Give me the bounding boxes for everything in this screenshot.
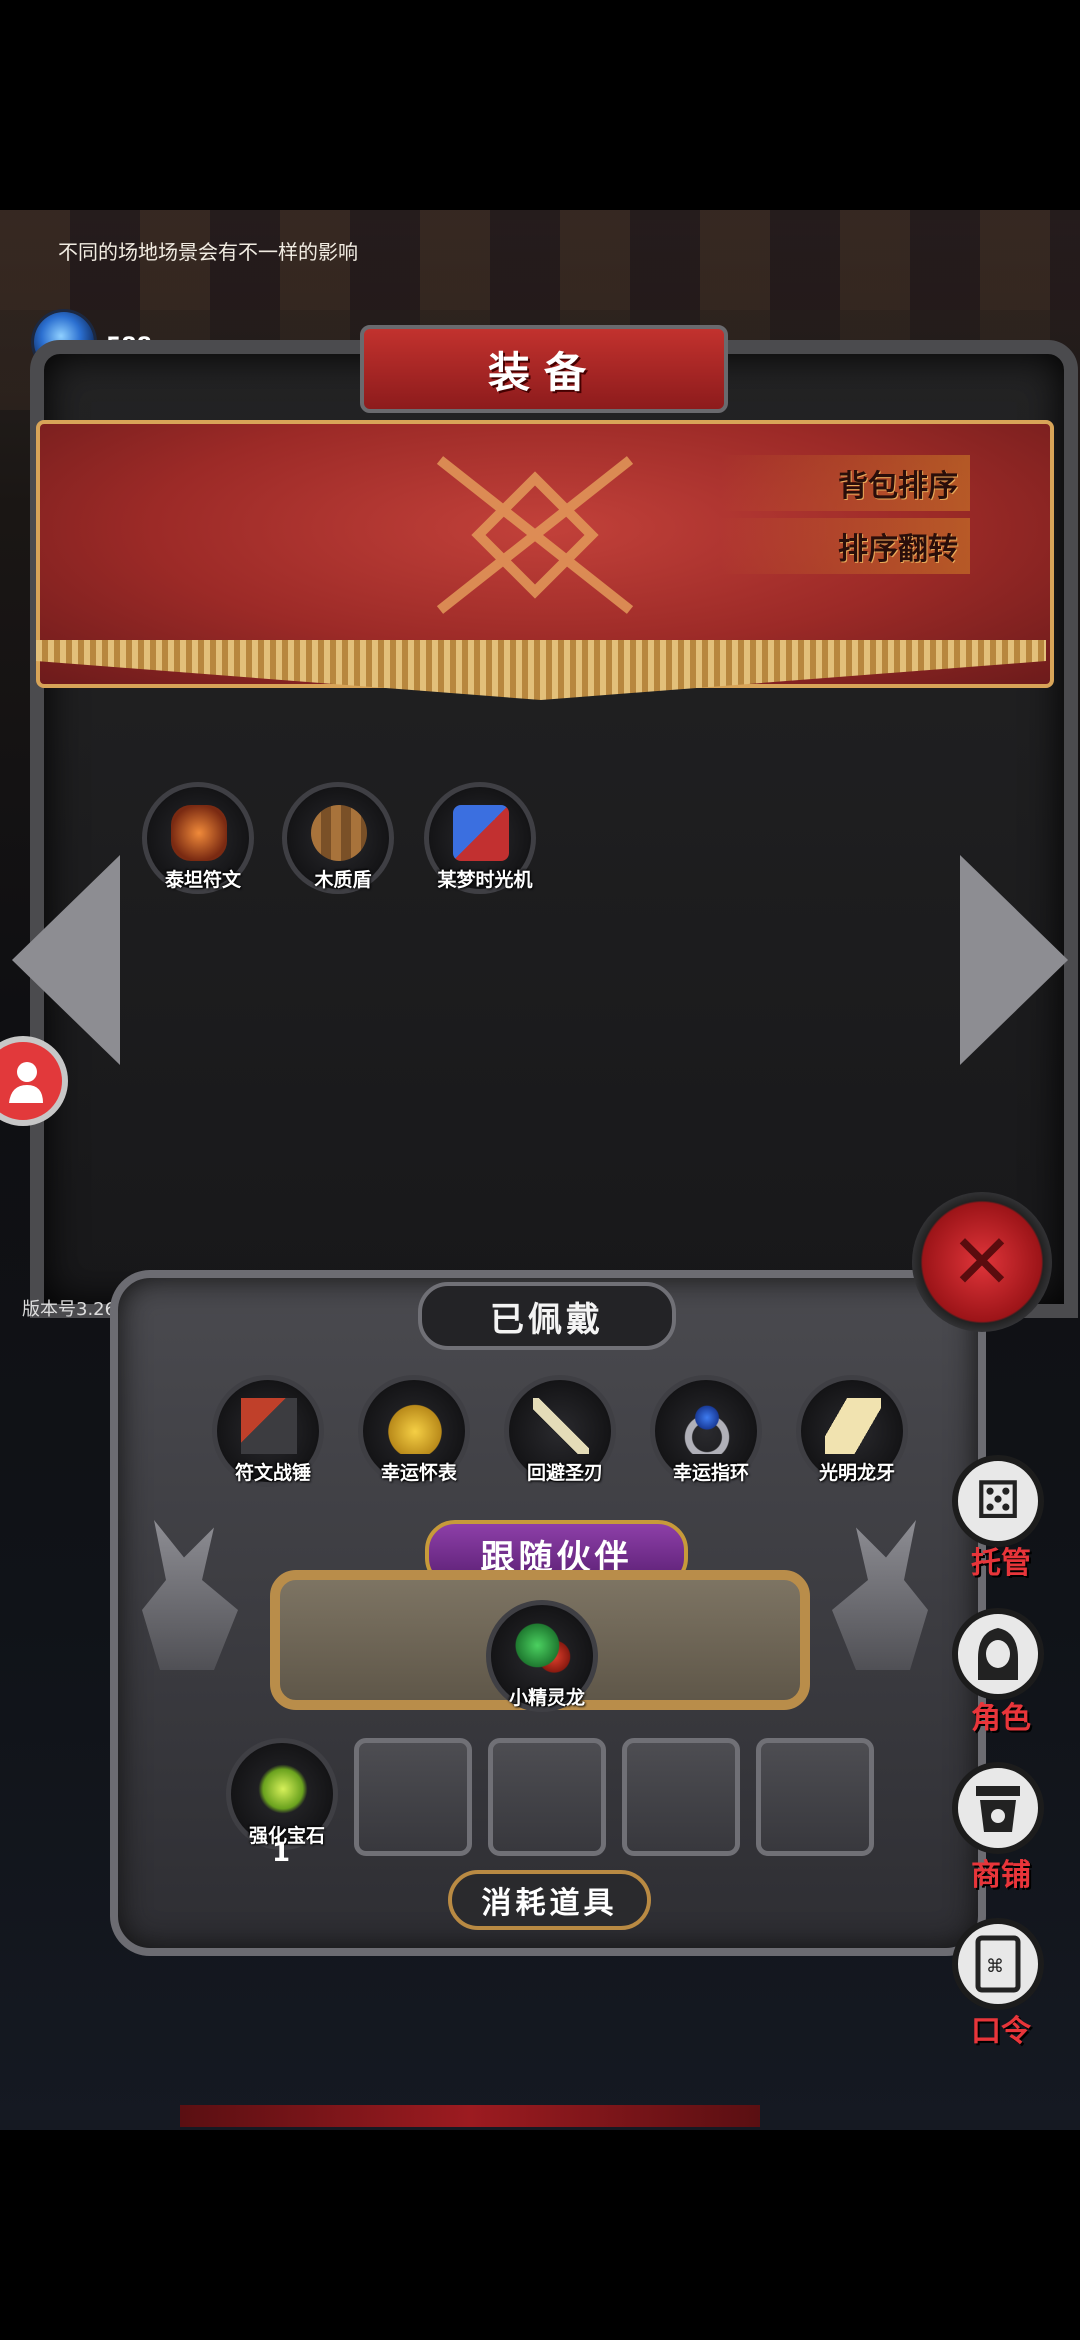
equipped-item[interactable]: 幸运指环 <box>650 1375 762 1487</box>
equipped-item-label: 幸运怀表 <box>380 1462 457 1484</box>
equipped-item[interactable]: 光明龙牙 <box>796 1375 908 1487</box>
enhance-gem-icon <box>255 1761 311 1817</box>
equipped-title: 已佩戴 <box>418 1282 676 1350</box>
inventory-item[interactable]: 泰坦符文 <box>142 782 254 894</box>
panel-title: 装备 <box>487 347 600 397</box>
rune-hammer-icon <box>241 1398 297 1454</box>
title-plate: 装备 <box>360 325 728 413</box>
empty-consumable-slot[interactable] <box>354 1738 472 1856</box>
equipped-item-label: 回避圣刃 <box>526 1462 603 1484</box>
equipped-item-label: 光明龙牙 <box>818 1462 895 1484</box>
reverse-sort-button[interactable]: 排序翻转 <box>720 518 970 574</box>
titan-rune-icon <box>171 805 227 861</box>
lucky-ring-icon <box>679 1398 735 1454</box>
empty-consumable-slot[interactable] <box>488 1738 606 1856</box>
equipped-item[interactable]: 符文战锤 <box>212 1375 324 1487</box>
shop-icon <box>976 1786 1020 1832</box>
wooden-shield-icon <box>311 805 367 861</box>
svg-text:⌘: ⌘ <box>986 1956 1004 1977</box>
shop-label: 商铺 <box>971 1858 1031 1893</box>
lucky-pocket-watch-icon <box>387 1398 443 1454</box>
previous-page-arrow-icon[interactable] <box>12 855 120 1065</box>
bottom-progress-bar <box>180 2105 760 2127</box>
code-button[interactable]: ⌘ <box>952 1918 1044 2010</box>
shop-button[interactable] <box>952 1762 1044 1854</box>
next-page-arrow-icon[interactable] <box>960 855 1068 1065</box>
equipped-item-label: 幸运指环 <box>672 1462 749 1484</box>
character-button[interactable] <box>952 1608 1044 1700</box>
auto-play-button[interactable]: ⚄ <box>952 1455 1044 1547</box>
auto-play-label: 托管 <box>971 1546 1031 1581</box>
character-label: 角色 <box>971 1701 1031 1736</box>
equipped-item[interactable]: 回避圣刃 <box>504 1375 616 1487</box>
user-icon <box>9 1062 43 1103</box>
consumable-slot[interactable]: 强化宝石 <box>226 1738 338 1850</box>
inventory-item[interactable]: 某梦时光机 <box>424 782 536 894</box>
time-machine-icon <box>453 805 509 861</box>
close-button[interactable]: ✕ <box>912 1192 1052 1332</box>
scene-tip-text: 不同的场地场景会有不一样的影响 <box>58 240 358 264</box>
code-label: 口令 <box>971 2014 1031 2049</box>
version-label: 版本号3.26 <box>22 1299 117 1320</box>
equipped-item-label: 符文战锤 <box>234 1462 311 1484</box>
light-dragon-fang-icon <box>825 1398 881 1454</box>
evasion-blade-icon <box>533 1398 589 1454</box>
inventory-item[interactable]: 木质盾 <box>282 782 394 894</box>
crossed-swords-emblem-icon <box>436 456 634 614</box>
companion-name: 小精灵龙 <box>508 1687 585 1709</box>
equipped-item[interactable]: 幸运怀表 <box>358 1375 470 1487</box>
inventory-item-label: 某梦时光机 <box>437 869 533 891</box>
inventory-item-label: 泰坦符文 <box>164 869 241 891</box>
consumable-quantity: 1 <box>272 1838 291 1868</box>
inventory-item-label: 木质盾 <box>314 869 372 891</box>
consumables-title: 消耗道具 <box>448 1870 651 1930</box>
bag-sort-button[interactable]: 背包排序 <box>720 455 970 511</box>
close-icon: ✕ <box>950 1217 1014 1306</box>
companion-slot[interactable]: 小精灵龙 <box>486 1600 598 1712</box>
dice-icon: ⚄ <box>975 1471 1021 1531</box>
fairy-dragon-icon <box>515 1623 571 1679</box>
code-book-icon: ⌘ <box>975 1935 1021 1993</box>
empty-consumable-slot[interactable] <box>622 1738 740 1856</box>
hooded-character-icon <box>978 1628 1018 1680</box>
empty-consumable-slot[interactable] <box>756 1738 874 1856</box>
